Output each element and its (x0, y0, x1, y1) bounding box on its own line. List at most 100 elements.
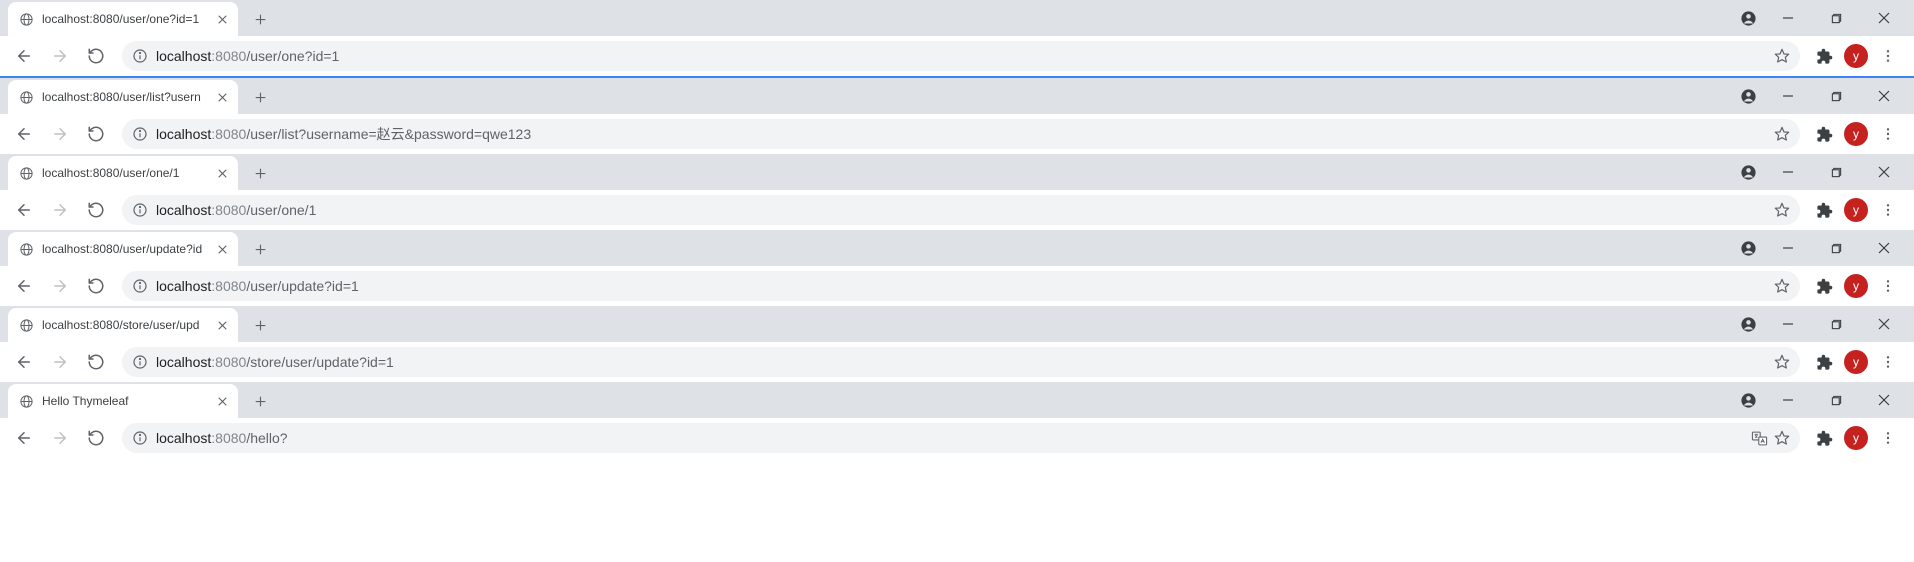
profile-avatar[interactable]: y (1844, 198, 1868, 222)
reload-button[interactable] (80, 270, 112, 302)
toolbar: localhost:8080/hello? y (0, 418, 1914, 458)
back-button[interactable] (8, 118, 40, 150)
maximize-button[interactable] (1814, 157, 1858, 187)
profile-avatar[interactable]: y (1844, 122, 1868, 146)
new-tab-button[interactable] (246, 311, 274, 339)
back-button[interactable] (8, 422, 40, 454)
profile-avatar[interactable]: y (1844, 426, 1868, 450)
extensions-icon[interactable] (1810, 42, 1838, 70)
back-button[interactable] (8, 346, 40, 378)
new-tab-button[interactable] (246, 159, 274, 187)
profile-avatar[interactable]: y (1844, 44, 1868, 68)
close-window-button[interactable] (1862, 233, 1906, 263)
new-tab-button[interactable] (246, 5, 274, 33)
tab-strip: Hello Thymeleaf (0, 382, 1914, 418)
bookmark-star-icon[interactable] (1774, 202, 1790, 218)
reload-button[interactable] (80, 40, 112, 72)
account-icon[interactable] (1734, 81, 1762, 111)
close-window-button[interactable] (1862, 309, 1906, 339)
reload-button[interactable] (80, 422, 112, 454)
bookmark-star-icon[interactable] (1774, 48, 1790, 64)
site-info-icon[interactable] (132, 126, 148, 142)
reload-button[interactable] (80, 118, 112, 150)
browser-tab[interactable]: Hello Thymeleaf (8, 384, 238, 418)
close-window-button[interactable] (1862, 81, 1906, 111)
forward-button[interactable] (44, 40, 76, 72)
address-bar[interactable]: localhost:8080/user/one/1 (122, 195, 1800, 225)
minimize-button[interactable] (1766, 157, 1810, 187)
new-tab-button[interactable] (246, 387, 274, 415)
back-button[interactable] (8, 40, 40, 72)
reload-button[interactable] (80, 346, 112, 378)
reload-button[interactable] (80, 194, 112, 226)
new-tab-button[interactable] (246, 83, 274, 111)
account-icon[interactable] (1734, 233, 1762, 263)
browser-tab[interactable]: localhost:8080/user/list?usern (8, 80, 238, 114)
site-info-icon[interactable] (132, 48, 148, 64)
extensions-icon[interactable] (1810, 424, 1838, 452)
toolbar: localhost:8080/store/user/update?id=1 y (0, 342, 1914, 382)
menu-button[interactable] (1874, 120, 1902, 148)
forward-button[interactable] (44, 422, 76, 454)
site-info-icon[interactable] (132, 202, 148, 218)
extensions-icon[interactable] (1810, 348, 1838, 376)
forward-button[interactable] (44, 346, 76, 378)
account-icon[interactable] (1734, 3, 1762, 33)
forward-button[interactable] (44, 194, 76, 226)
minimize-button[interactable] (1766, 81, 1810, 111)
close-tab-button[interactable] (214, 393, 230, 409)
forward-button[interactable] (44, 270, 76, 302)
menu-button[interactable] (1874, 424, 1902, 452)
address-bar[interactable]: localhost:8080/store/user/update?id=1 (122, 347, 1800, 377)
back-button[interactable] (8, 194, 40, 226)
address-bar[interactable]: localhost:8080/user/update?id=1 (122, 271, 1800, 301)
bookmark-star-icon[interactable] (1774, 278, 1790, 294)
maximize-button[interactable] (1814, 385, 1858, 415)
maximize-button[interactable] (1814, 309, 1858, 339)
bookmark-star-icon[interactable] (1774, 430, 1790, 446)
new-tab-button[interactable] (246, 235, 274, 263)
close-tab-button[interactable] (214, 11, 230, 27)
menu-button[interactable] (1874, 348, 1902, 376)
address-bar[interactable]: localhost:8080/user/one?id=1 (122, 41, 1800, 71)
maximize-button[interactable] (1814, 81, 1858, 111)
account-icon[interactable] (1734, 385, 1762, 415)
extensions-icon[interactable] (1810, 196, 1838, 224)
extensions-icon[interactable] (1810, 120, 1838, 148)
minimize-button[interactable] (1766, 233, 1810, 263)
translate-icon[interactable] (1751, 430, 1768, 447)
site-info-icon[interactable] (132, 278, 148, 294)
minimize-button[interactable] (1766, 3, 1810, 33)
minimize-button[interactable] (1766, 309, 1810, 339)
site-info-icon[interactable] (132, 354, 148, 370)
address-bar[interactable]: localhost:8080/hello? (122, 423, 1800, 453)
address-bar[interactable]: localhost:8080/user/list?username=赵云&pas… (122, 119, 1800, 149)
account-icon[interactable] (1734, 157, 1762, 187)
forward-button[interactable] (44, 118, 76, 150)
profile-avatar[interactable]: y (1844, 350, 1868, 374)
bookmark-star-icon[interactable] (1774, 354, 1790, 370)
browser-tab[interactable]: localhost:8080/user/one?id=1 (8, 2, 238, 36)
close-tab-button[interactable] (214, 241, 230, 257)
menu-button[interactable] (1874, 196, 1902, 224)
close-window-button[interactable] (1862, 157, 1906, 187)
account-icon[interactable] (1734, 309, 1762, 339)
browser-tab[interactable]: localhost:8080/user/update?id (8, 232, 238, 266)
close-tab-button[interactable] (214, 317, 230, 333)
minimize-button[interactable] (1766, 385, 1810, 415)
close-tab-button[interactable] (214, 89, 230, 105)
maximize-button[interactable] (1814, 233, 1858, 263)
menu-button[interactable] (1874, 272, 1902, 300)
bookmark-star-icon[interactable] (1774, 126, 1790, 142)
site-info-icon[interactable] (132, 430, 148, 446)
maximize-button[interactable] (1814, 3, 1858, 33)
menu-button[interactable] (1874, 42, 1902, 70)
browser-tab[interactable]: localhost:8080/store/user/upd (8, 308, 238, 342)
close-tab-button[interactable] (214, 165, 230, 181)
back-button[interactable] (8, 270, 40, 302)
extensions-icon[interactable] (1810, 272, 1838, 300)
close-window-button[interactable] (1862, 385, 1906, 415)
browser-tab[interactable]: localhost:8080/user/one/1 (8, 156, 238, 190)
close-window-button[interactable] (1862, 3, 1906, 33)
profile-avatar[interactable]: y (1844, 274, 1868, 298)
